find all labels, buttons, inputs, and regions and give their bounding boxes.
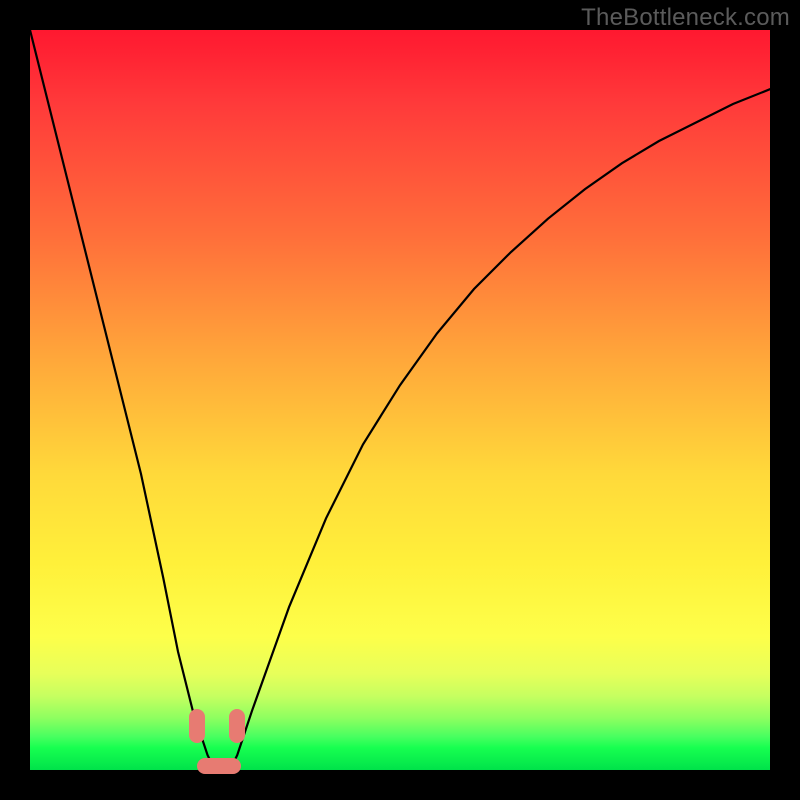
bottleneck-curve: [30, 30, 770, 770]
chart-frame: TheBottleneck.com: [0, 0, 800, 800]
plot-area: [30, 30, 770, 770]
watermark-text: TheBottleneck.com: [581, 4, 790, 32]
curve-svg: [30, 30, 770, 770]
